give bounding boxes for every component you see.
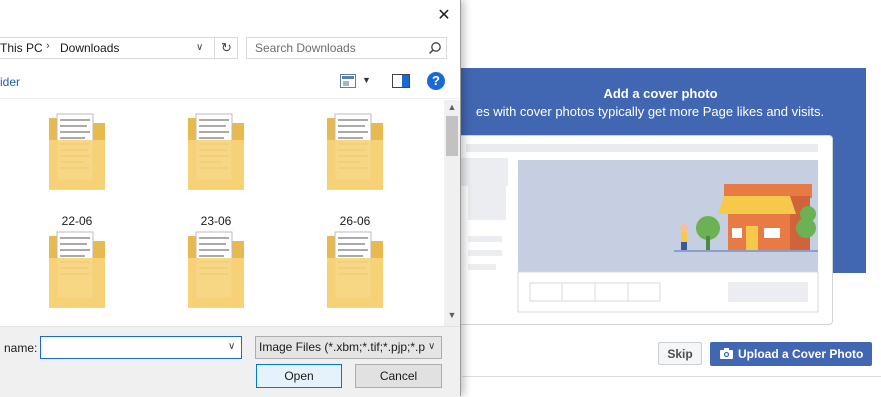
folder-icon — [49, 231, 105, 308]
file-type-select[interactable]: Image Files (*.xbm;*.tif;*.pjp;*.p — [255, 336, 442, 359]
dialog-toolbar: ider ▼ ? — [0, 66, 460, 99]
file-open-dialog: ✕ This PC › Downloads ∨ ↻ Search Downloa… — [0, 0, 461, 397]
page-preview-illustration — [456, 144, 819, 313]
folder-item[interactable]: 29-06 — [295, 228, 405, 326]
new-folder-button[interactable]: ider — [0, 75, 20, 89]
file-list: 22-06 23-06 26-06 — [0, 100, 444, 326]
search-placeholder: Search Downloads — [255, 41, 356, 55]
view-dropdown-icon[interactable]: ▼ — [362, 75, 371, 85]
file-name-label: name: — [4, 341, 38, 355]
folder-label: 23-06 — [200, 214, 232, 228]
change-view-icon[interactable] — [340, 74, 356, 88]
folder-icon — [188, 113, 244, 190]
folder-item[interactable]: 27-06 — [17, 228, 127, 326]
cover-preview-illustration — [455, 135, 833, 325]
search-input[interactable]: Search Downloads — [246, 37, 447, 59]
help-icon[interactable]: ? — [427, 72, 445, 90]
scroll-up-icon[interactable]: ▲ — [444, 102, 460, 112]
folder-label: 26-06 — [339, 214, 371, 228]
open-button[interactable]: Open — [256, 364, 342, 388]
folder-item[interactable]: 22-06 — [17, 110, 127, 228]
folder-label: 22-06 — [61, 214, 93, 228]
scrollbar-thumb[interactable] — [446, 116, 458, 156]
chevron-down-icon[interactable]: ∨ — [196, 42, 203, 53]
camera-icon — [720, 348, 733, 359]
folder-item[interactable]: 26-06 — [295, 110, 405, 228]
folder-icon — [327, 231, 383, 308]
cover-title: Add a cover photo — [603, 86, 718, 101]
file-list-scrollbar[interactable]: ▲ ▼ — [444, 100, 460, 326]
close-dialog-button[interactable]: ✕ — [430, 4, 458, 28]
dialog-bottom-panel: name: ∨ Image Files (*.xbm;*.tif;*.pjp;*… — [0, 326, 460, 397]
chevron-down-icon[interactable]: ∨ — [228, 341, 235, 352]
folder-item[interactable]: 28-06 — [156, 228, 266, 326]
chevron-down-icon[interactable]: ∨ — [428, 341, 435, 352]
folder-icon — [327, 113, 383, 190]
breadcrumb-downloads[interactable]: Downloads — [60, 41, 119, 55]
breadcrumb-this-pc[interactable]: This PC — [0, 41, 43, 55]
folder-icon — [188, 231, 244, 308]
folder-icon — [49, 113, 105, 190]
upload-button-label: Upload a Cover Photo — [738, 347, 864, 361]
breadcrumb-separator-icon[interactable]: › — [46, 40, 50, 52]
skip-button[interactable]: Skip — [658, 342, 702, 365]
file-name-input[interactable] — [40, 336, 242, 359]
upload-cover-photo-button[interactable]: Upload a Cover Photo — [710, 342, 872, 366]
scroll-down-icon[interactable]: ▼ — [444, 310, 460, 320]
refresh-icon[interactable]: ↻ — [214, 38, 238, 58]
folder-item[interactable]: 23-06 — [156, 110, 266, 228]
address-bar[interactable]: This PC › Downloads ∨ ↻ — [0, 37, 238, 59]
preview-pane-icon[interactable] — [392, 74, 410, 88]
cancel-button[interactable]: Cancel — [355, 364, 442, 388]
search-icon[interactable] — [428, 41, 442, 55]
